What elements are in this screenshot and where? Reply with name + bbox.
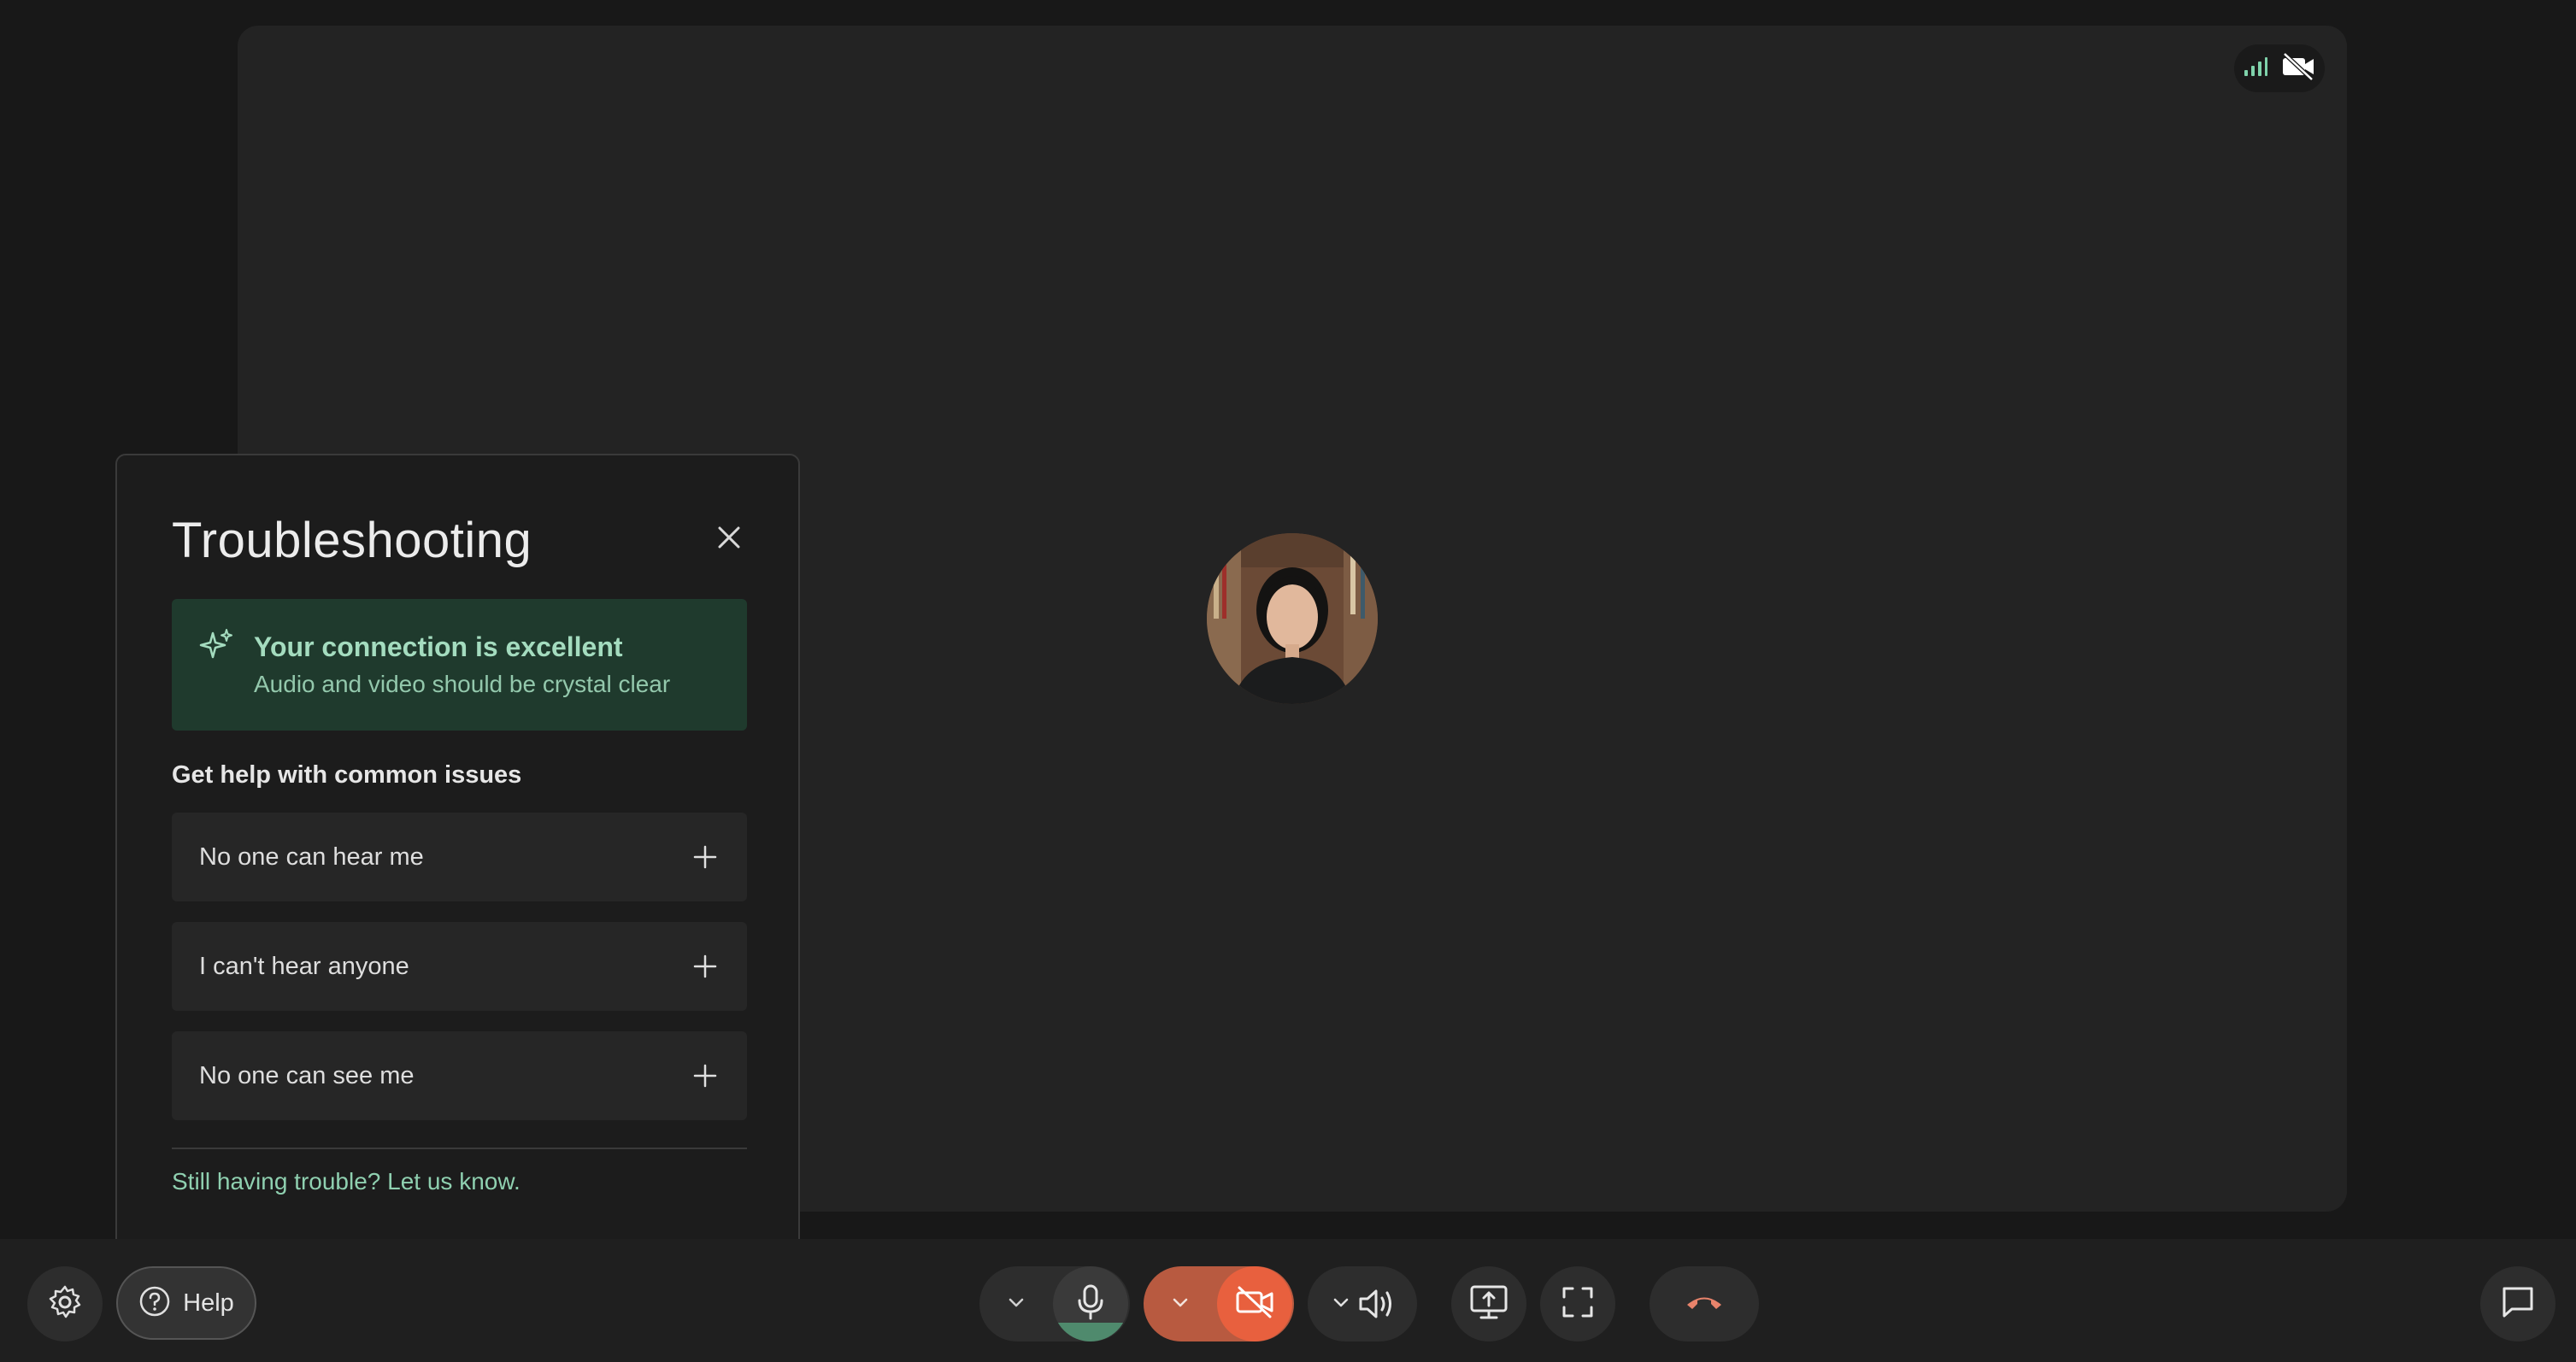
chat-button[interactable] <box>2480 1266 2555 1341</box>
mic-level-indicator <box>1053 1323 1128 1341</box>
leave-call-button[interactable] <box>1650 1266 1759 1341</box>
chevron-down-icon <box>1169 1298 1191 1318</box>
fullscreen-icon <box>1561 1285 1595 1324</box>
issue-no-one-can-hear-me[interactable]: No one can hear me <box>172 813 747 901</box>
connection-quality-card: Your connection is excellent Audio and v… <box>172 599 747 731</box>
close-icon <box>717 525 741 554</box>
video-off-icon <box>2281 51 2315 85</box>
hang-up-icon <box>1684 1292 1725 1317</box>
troubleshooting-panel: Troubleshooting Your connection is excel… <box>115 454 800 1252</box>
chat-icon <box>2500 1284 2536 1324</box>
microphone-control <box>979 1266 1130 1341</box>
camera-options-button[interactable] <box>1169 1292 1191 1318</box>
video-off-icon <box>1234 1285 1275 1324</box>
screen-share-icon <box>1469 1283 1509 1325</box>
feedback-link[interactable]: Still having trouble? Let us know. <box>172 1168 520 1195</box>
connection-subtitle: Audio and video should be crystal clear <box>254 671 671 697</box>
issue-label: I can't hear anyone <box>199 953 409 980</box>
connection-title: Your connection is excellent <box>254 631 623 662</box>
close-button[interactable] <box>712 522 746 556</box>
signal-bars-icon <box>2244 56 2267 81</box>
plus-icon <box>691 1062 719 1089</box>
mic-options-button[interactable] <box>1005 1292 1027 1318</box>
speaker-icon <box>1357 1285 1397 1327</box>
camera-toggle-button[interactable] <box>1217 1266 1292 1341</box>
divider <box>172 1148 747 1149</box>
help-label: Help <box>183 1289 234 1317</box>
issue-no-one-can-see-me[interactable]: No one can see me <box>172 1031 747 1120</box>
connection-status <box>2234 44 2325 92</box>
microphone-icon <box>1073 1283 1108 1325</box>
panel-title: Troubleshooting <box>172 513 532 568</box>
issue-cant-hear-anyone[interactable]: I can't hear anyone <box>172 922 747 1011</box>
speaker-options-button[interactable] <box>1330 1292 1352 1318</box>
mute-button[interactable] <box>1053 1266 1128 1341</box>
speaker-control[interactable] <box>1308 1266 1417 1341</box>
issue-label: No one can hear me <box>199 843 424 871</box>
chevron-down-icon <box>1005 1298 1027 1318</box>
plus-icon <box>691 953 719 980</box>
participant-avatar <box>1207 533 1378 704</box>
camera-control <box>1144 1266 1294 1341</box>
sparkle-icon <box>197 628 235 666</box>
help-button[interactable]: Help <box>116 1266 256 1340</box>
help-circle-icon <box>138 1285 171 1322</box>
settings-button[interactable] <box>27 1266 103 1341</box>
chevron-down-icon <box>1330 1298 1352 1318</box>
fullscreen-button[interactable] <box>1540 1266 1615 1341</box>
gear-icon <box>46 1283 84 1325</box>
issue-label: No one can see me <box>199 1062 415 1089</box>
plus-icon <box>691 843 719 871</box>
issues-heading: Get help with common issues <box>172 761 522 789</box>
screen-share-button[interactable] <box>1451 1266 1526 1341</box>
